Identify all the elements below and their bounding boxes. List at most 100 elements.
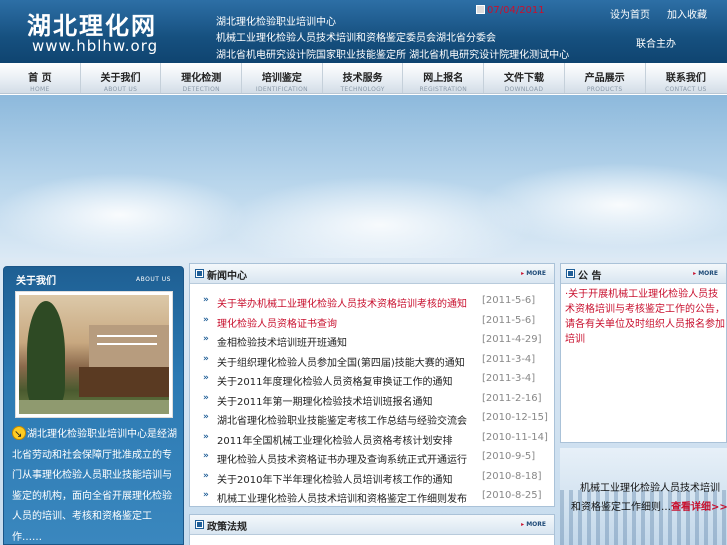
news-item-date: [2011-2-16] [482, 392, 542, 404]
news-item-title[interactable]: 机械工业理化检验人员技术培训和资格鉴定工作细则发布 [217, 490, 467, 505]
news-header: 新闻中心 MORE [190, 264, 554, 284]
news-item-date: [2010-9-5] [482, 451, 536, 462]
bullet-icon: » [203, 470, 209, 481]
news-item[interactable]: » 2011年全国机械工业理化检验人员资格考核计划安排 [2010-11-14] [190, 430, 554, 450]
nav-home[interactable]: 首 页 HOME [0, 63, 81, 93]
nav-sublabel: CONTACT US [665, 86, 707, 93]
news-item-date: [2011-4-29] [482, 334, 542, 345]
policy-title: 政策法规 [207, 522, 247, 533]
news-item[interactable]: » 关于2011年第一期理化检验技术培训班报名通知 [2011-2-16] [190, 391, 554, 411]
news-item[interactable]: » 关于2011年度理化检验人员资格复审换证工作的通知 [2011-3-4] [190, 371, 554, 391]
news-list: » 关于举办机械工业理化检验人员技术资格培训考核的通知 [2011-5-6] » 理化检… [190, 293, 554, 508]
bullet-icon: » [203, 295, 209, 305]
nav-label: 产品展示 [584, 73, 625, 84]
nav-registration[interactable]: 网上报名 REGISTRATION [403, 63, 485, 93]
current-date: 07/04/2011 [476, 5, 545, 16]
news-item[interactable]: » 关于组织理化检验人员参加全国(第四届)技能大赛的通知 [2011-3-4] [190, 352, 554, 372]
notice-text[interactable]: ·关于开展机械工业理化检验人员技术资格培训与考核鉴定工作的公告，请各有关单位及时… [565, 287, 725, 347]
news-item[interactable]: » 湖北省理化检验职业技能鉴定考核工作总结与经验交流会 [2010-12-15] [190, 410, 554, 430]
news-title: 新闻中心 [207, 271, 247, 282]
nav-label: 首 页 [28, 73, 52, 84]
news-item-date: [2011-5-6] [482, 295, 536, 306]
nav-products[interactable]: 产品展示 PRODUCTS [565, 63, 646, 93]
arrow-icon [12, 425, 26, 446]
news-item-title[interactable]: 理化检验人员资格证书查询 [217, 315, 337, 330]
bullet-icon: » [203, 490, 209, 500]
rules-banner[interactable]: 机械工业理化检验人员技术培训 和资格鉴定工作细则…查看详细>> [560, 448, 727, 545]
add-favorite-link[interactable]: 加入收藏 [667, 6, 707, 21]
news-item-date: [2011-3-4] [482, 353, 536, 365]
rules-banner-text: 和资格鉴定工作细则… [571, 502, 671, 513]
news-item-date: [2011-5-6] [482, 314, 536, 326]
notice-more-link[interactable]: MORE [693, 270, 718, 277]
nav-sublabel: DOWNLOAD [504, 86, 544, 93]
notice-panel: 公 告 MORE ·关于开展机械工业理化检验人员技术资格培训与考核鉴定工作的公告… [560, 263, 727, 443]
nav-sublabel: ABOUT US [103, 86, 138, 93]
section-icon [195, 520, 204, 529]
news-item[interactable]: » 机械工业理化检验人员技术培训和资格鉴定工作细则发布 [2010-8-25] [190, 488, 554, 508]
section-icon [566, 269, 575, 278]
policy-header: 政策法规 MORE [190, 515, 554, 535]
policy-more-link[interactable]: MORE [521, 521, 546, 528]
news-item-title[interactable]: 理化检验人员技术资格证书办理及查询系统正式开通运行 [217, 451, 467, 466]
co-host-link[interactable]: 联合主办 [636, 35, 676, 50]
site-logo[interactable]: 湖北理化网 [27, 6, 157, 41]
news-item-title[interactable]: 2011年全国机械工业理化检验人员资格考核计划安排 [217, 432, 452, 447]
news-item[interactable]: » 关于举办机械工业理化检验人员技术资格培训考核的通知 [2011-5-6] [190, 293, 554, 313]
header-org-line-3: 湖北省机电研究设计院国家职业技能鉴定所 湖北省机电研究设计院理化测试中心 [216, 50, 570, 61]
nav-label: 理化检测 [181, 73, 222, 84]
bullet-icon: » [203, 353, 209, 364]
notice-header: 公 告 MORE [561, 264, 726, 284]
nav-detection[interactable]: 理化检测 DETECTION [161, 63, 243, 93]
news-item-title[interactable]: 关于举办机械工业理化检验人员技术资格培训考核的通知 [217, 295, 467, 310]
bullet-icon: » [203, 451, 209, 461]
news-item-date: [2010-12-15] [482, 412, 548, 423]
news-item[interactable]: » 理化检验人员资格证书查询 [2011-5-6] [190, 313, 554, 333]
news-item-date: [2010-8-18] [482, 470, 542, 482]
notice-title: 公 告 [578, 271, 602, 282]
news-item-title[interactable]: 关于2011年度理化检验人员资格复审换证工作的通知 [217, 373, 452, 388]
news-item[interactable]: » 关于2010年下半年理化检验人员培训考核工作的通知 [2010-8-18] [190, 469, 554, 489]
about-panel: 关于我们 ABOUT US 湖北理化检验职业培训中心是经湖北省劳动和社会保障厅批… [3, 266, 184, 545]
news-item[interactable]: » 金相检验技术培训班开班通知 [2011-4-29] [190, 332, 554, 352]
about-description: 湖北理化检验职业培训中心是经湖北省劳动和社会保障厅批准成立的专门从事理化检验人员… [12, 425, 180, 545]
bullet-icon: » [203, 392, 209, 403]
rules-banner-line2: 和资格鉴定工作细则…查看详细>> [571, 498, 727, 513]
news-item-date: [2010-8-25] [482, 490, 542, 501]
about-more-link[interactable]: ABOUT US [136, 276, 171, 283]
nav-label: 联系我们 [665, 73, 706, 84]
nav-download[interactable]: 文件下载 DOWNLOAD [484, 63, 565, 93]
nav-label: 网上报名 [423, 73, 464, 84]
nav-contact[interactable]: 联系我们 CONTACT US [646, 63, 727, 93]
nav-about[interactable]: 关于我们 ABOUT US [81, 63, 162, 93]
sign-shape [79, 367, 169, 397]
date-text: 07/04/2011 [487, 5, 545, 16]
about-text: 湖北理化检验职业培训中心是经湖北省劳动和社会保障厅批准成立的专门从事理化检验人员… [12, 429, 177, 543]
nav-label: 文件下载 [503, 73, 544, 84]
news-item[interactable]: » 理化检验人员技术资格证书办理及查询系统正式开通运行 [2010-9-5] [190, 449, 554, 469]
nav-sublabel: PRODUCTS [586, 86, 623, 93]
set-homepage-link[interactable]: 设为首页 [610, 6, 650, 21]
news-item-title[interactable]: 关于2011年第一期理化检验技术培训班报名通知 [217, 393, 432, 408]
bullet-icon: » [203, 412, 209, 422]
nav-identification[interactable]: 培训鉴定 IDENTIFICATION [242, 63, 323, 93]
view-details-link[interactable]: 查看详细>> [671, 502, 727, 513]
news-item-title[interactable]: 金相检验技术培训班开班通知 [217, 334, 347, 349]
nav-label: 关于我们 [100, 73, 141, 84]
ground-shape [19, 400, 169, 414]
nav-label: 技术服务 [342, 73, 383, 84]
news-item-date: [2011-3-4] [482, 373, 536, 384]
bullet-icon: » [203, 334, 209, 344]
calendar-icon [476, 5, 485, 14]
about-title: 关于我们 [16, 276, 56, 287]
news-item-title[interactable]: 湖北省理化检验职业技能鉴定考核工作总结与经验交流会 [217, 412, 467, 427]
news-item-title[interactable]: 关于2010年下半年理化检验人员培训考核工作的通知 [217, 471, 452, 486]
nav-sublabel: IDENTIFICATION [255, 86, 308, 93]
news-panel: 新闻中心 MORE » 关于举办机械工业理化检验人员技术资格培训考核的通知 [201… [189, 263, 555, 507]
news-item-title[interactable]: 关于组织理化检验人员参加全国(第四届)技能大赛的通知 [217, 354, 465, 369]
nav-technology[interactable]: 技术服务 TECHNOLOGY [323, 63, 404, 93]
tree-shape [27, 301, 65, 406]
nav-sublabel: REGISTRATION [419, 86, 468, 93]
nav-sublabel: HOME [30, 86, 50, 93]
news-more-link[interactable]: MORE [521, 270, 546, 277]
